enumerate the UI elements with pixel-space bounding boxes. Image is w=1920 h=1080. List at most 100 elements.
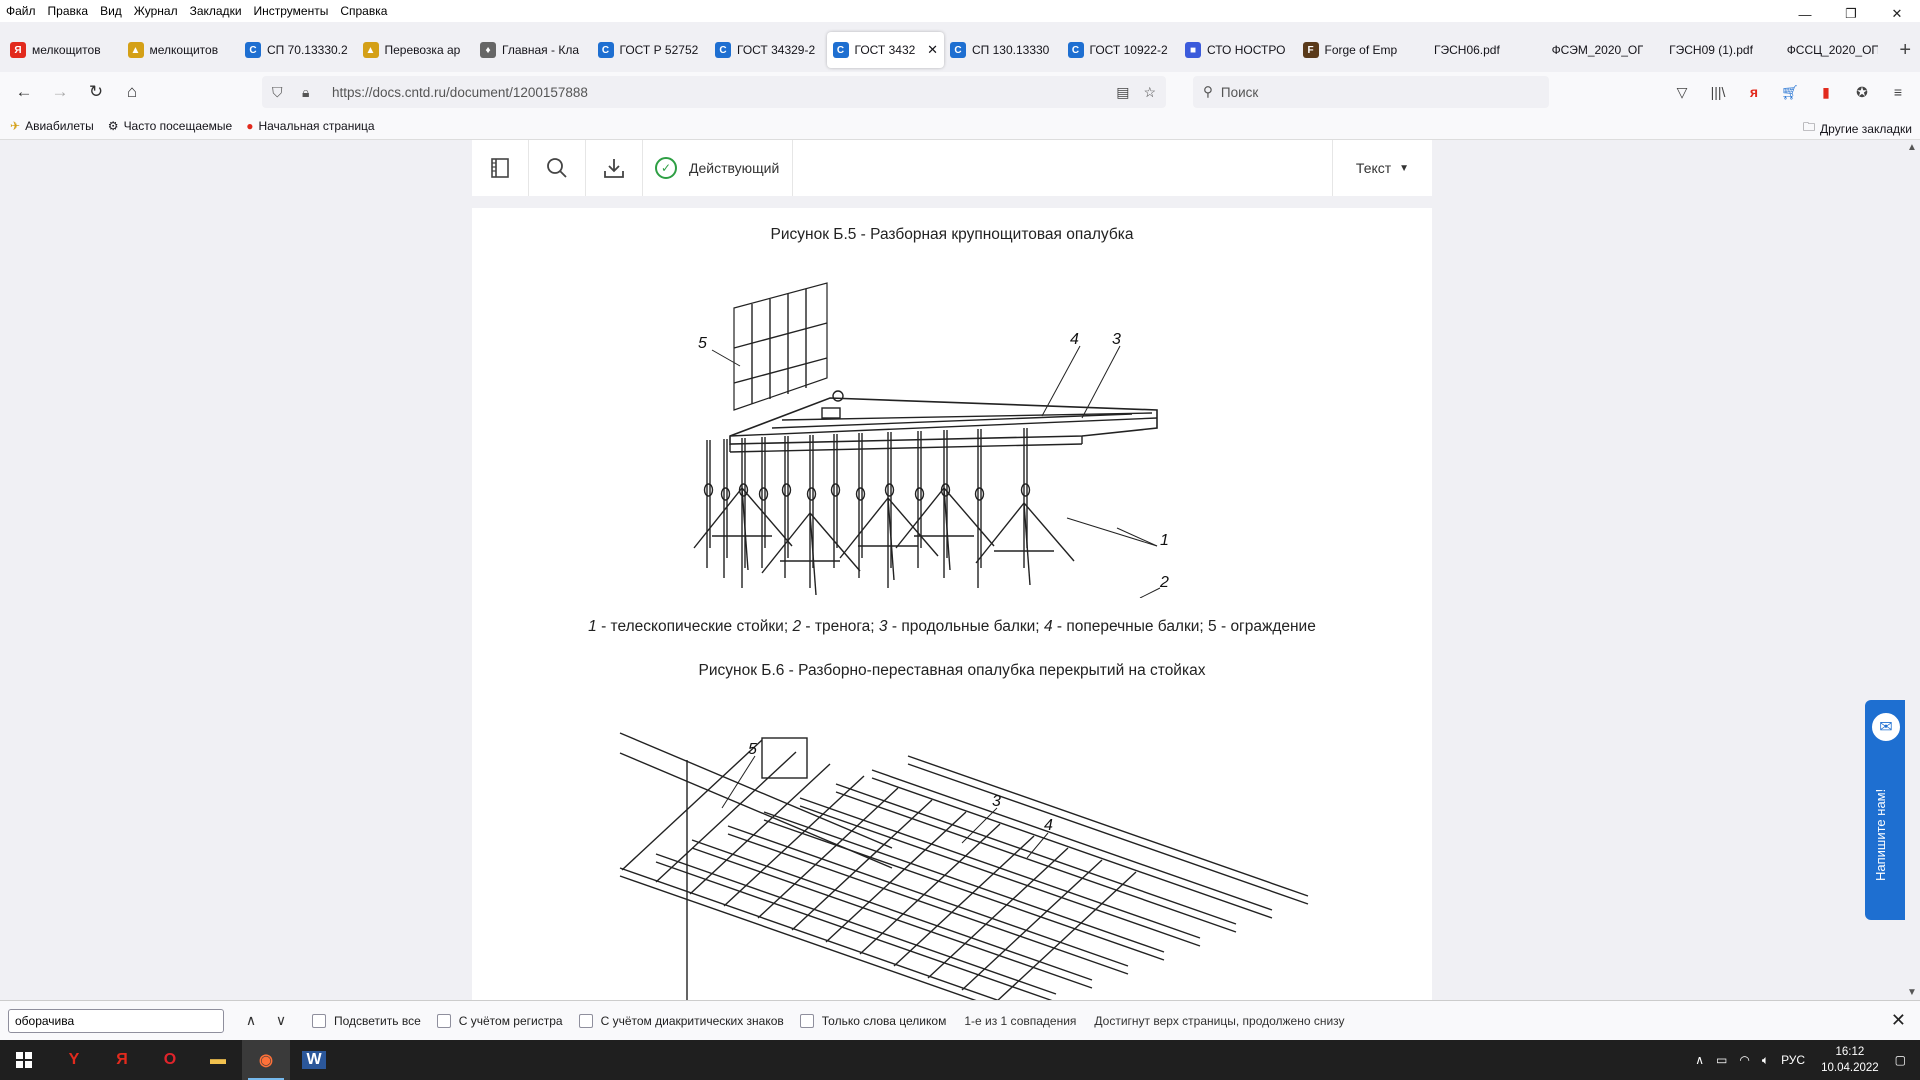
- tab[interactable]: C ГОСТ 34329-2: [709, 32, 827, 68]
- figure-b6-caption: Рисунок Б.6 - Разборно-переставная опалу…: [698, 662, 1206, 679]
- menu-item[interactable]: Файл: [0, 4, 42, 18]
- reader-view-icon[interactable]: ▤: [1116, 84, 1129, 101]
- find-close-button[interactable]: ✕: [1891, 1010, 1906, 1031]
- bookmarks-bar: ✈ Авиабилеты ⚙ Часто посещаемые ● Начальная с…: [0, 112, 1920, 140]
- tab[interactable]: C СП 130.13330: [944, 32, 1062, 68]
- legend-text: - продольные балки;: [887, 618, 1044, 635]
- find-next-button[interactable]: ∨: [266, 1012, 296, 1029]
- clock-date: 10.04.2022: [1821, 1062, 1879, 1074]
- tab-favicon-icon: C: [832, 42, 849, 58]
- tab-favicon-icon: C: [715, 42, 731, 58]
- forward-button[interactable]: →: [42, 76, 78, 108]
- extension-icon[interactable]: ✪: [1848, 76, 1876, 108]
- bookmark-item[interactable]: ● Начальная страница: [246, 119, 374, 133]
- scroll-up-icon[interactable]: ▲: [1907, 142, 1917, 153]
- new-tab-button[interactable]: +: [1890, 39, 1920, 62]
- taskbar-app-word[interactable]: W: [290, 1040, 338, 1080]
- fig6-label-3: 3: [992, 793, 1001, 810]
- tab-active[interactable]: C ГОСТ 3432 ✕: [826, 32, 944, 68]
- tab-label: СТО НОСТРО: [1207, 43, 1286, 57]
- other-bookmarks[interactable]: 🗀︎ Другие закладки: [1803, 118, 1912, 139]
- menu-item[interactable]: Инструменты: [248, 4, 335, 18]
- find-option-checkbox[interactable]: С учётом диакритических знаков: [578, 1013, 784, 1028]
- tab[interactable]: Ямелкощитов: [4, 32, 122, 68]
- notifications-icon[interactable]: ▢: [1895, 1053, 1906, 1067]
- tab[interactable]: ГЭСН09 (1).pdf: [1649, 32, 1767, 68]
- tab[interactable]: ■ СТО НОСТРО: [1179, 32, 1297, 68]
- find-previous-button[interactable]: ∧: [236, 1012, 266, 1029]
- tab[interactable]: F Forge of Emp: [1297, 32, 1415, 68]
- lock-icon[interactable]: 🔒︎: [302, 84, 322, 101]
- reload-button[interactable]: ↻: [78, 76, 114, 108]
- checkbox-box[interactable]: [578, 1013, 593, 1028]
- back-button[interactable]: ←: [6, 76, 42, 108]
- search-bar[interactable]: ⚲ Поиск: [1193, 76, 1549, 108]
- find-input[interactable]: [8, 1008, 224, 1033]
- mail-icon: ✉: [1869, 710, 1903, 744]
- tab[interactable]: ФСЭМ_2020_ОП_: [1532, 32, 1650, 68]
- start-button[interactable]: [0, 1040, 48, 1080]
- library-icon[interactable]: |||\: [1704, 76, 1732, 108]
- find-option-checkbox[interactable]: С учётом регистра: [436, 1013, 563, 1028]
- menu-item[interactable]: Правка: [42, 4, 95, 18]
- menu-item[interactable]: Закладки: [184, 4, 248, 18]
- find-option-checkbox[interactable]: Только слова целиком: [799, 1013, 946, 1028]
- taskbar-app-opera[interactable]: O: [146, 1040, 194, 1080]
- checkbox-box[interactable]: [799, 1013, 814, 1028]
- bookmark-item[interactable]: ⚙ Часто посещаемые: [108, 119, 232, 133]
- yandex-icon[interactable]: я: [1740, 76, 1768, 108]
- tab[interactable]: ГЭСН06.pdf: [1414, 32, 1532, 68]
- download-button[interactable]: [586, 140, 643, 196]
- doc-search-button[interactable]: [529, 140, 586, 196]
- legend-number: 2: [792, 618, 802, 635]
- restore-button[interactable]: ❐: [1828, 0, 1874, 28]
- menu-item[interactable]: Журнал: [128, 4, 184, 18]
- shield-icon[interactable]: ⛉: [272, 84, 292, 101]
- cart-icon[interactable]: 🛒︎: [1776, 76, 1804, 108]
- legend-text: - тренога;: [801, 618, 879, 635]
- checkbox-box[interactable]: [312, 1013, 326, 1028]
- tab-close-icon[interactable]: ✕: [927, 42, 938, 58]
- tab-label: ГОСТ 3432: [854, 43, 916, 57]
- page-scrollbar[interactable]: ▲ ▼: [1904, 140, 1920, 1000]
- tab[interactable]: C ГОСТ 10922-2: [1062, 32, 1180, 68]
- taskbar-app-firefox[interactable]: ◉: [242, 1040, 290, 1080]
- tab[interactable]: ▲ Перевозка ар: [357, 32, 475, 68]
- language-indicator[interactable]: РУС: [1781, 1053, 1805, 1067]
- scroll-down-icon[interactable]: ▼: [1907, 987, 1917, 998]
- find-match-status: 1-е из 1 совпадения: [964, 1013, 1077, 1028]
- taskbar-app-file-explorer[interactable]: ▬: [194, 1040, 242, 1080]
- taskbar-app-yandex[interactable]: Я: [98, 1040, 146, 1080]
- chevron-up-icon[interactable]: ∧: [1695, 1053, 1704, 1067]
- find-option-checkbox[interactable]: Подсветить все: [312, 1013, 421, 1028]
- tab[interactable]: ♦ Главная - Кла: [474, 32, 592, 68]
- contents-button[interactable]: [472, 140, 529, 196]
- volume-icon[interactable]: 🔈︎: [1762, 1053, 1769, 1068]
- home-button[interactable]: ⌂: [114, 76, 150, 108]
- close-window-button[interactable]: ✕: [1874, 0, 1920, 28]
- feedback-widget[interactable]: ✉ Напишите нам!: [1865, 700, 1905, 920]
- bookmark-flag-icon[interactable]: ▮: [1812, 76, 1840, 108]
- minimize-button[interactable]: —: [1782, 0, 1828, 28]
- yandex-icon: Я: [116, 1051, 128, 1068]
- url-bar[interactable]: ⛉ 🔒︎ https://docs.cntd.ru/document/12001…: [262, 76, 1166, 108]
- tab[interactable]: C ГОСТ Р 52752: [592, 32, 710, 68]
- checkbox-box[interactable]: [436, 1013, 451, 1028]
- magnifier-icon: [547, 158, 567, 178]
- pocket-icon[interactable]: ▽: [1668, 76, 1696, 108]
- figure-b5-drawing: 5 4 3 1 2: [693, 282, 1169, 598]
- clock[interactable]: 16:12 10.04.2022: [1821, 1044, 1879, 1076]
- wifi-icon[interactable]: ◠: [1739, 1053, 1749, 1067]
- url-text[interactable]: https://docs.cntd.ru/document/1200157888: [332, 85, 588, 100]
- tab[interactable]: ▲ мелкощитов: [122, 32, 240, 68]
- hamburger-menu-icon[interactable]: ≡: [1884, 76, 1912, 108]
- menu-item[interactable]: Справка: [334, 4, 393, 18]
- tab[interactable]: ФССЦ_2020_ОП+: [1767, 32, 1885, 68]
- meet-now-icon[interactable]: ▭: [1716, 1053, 1727, 1067]
- bookmark-star-icon[interactable]: ☆: [1143, 84, 1156, 101]
- tab[interactable]: C СП 70.13330.2: [239, 32, 357, 68]
- menu-item[interactable]: Вид: [94, 4, 128, 18]
- taskbar-app-yandex-browser[interactable]: Y: [50, 1040, 98, 1080]
- bookmark-item[interactable]: ✈ Авиабилеты: [10, 119, 94, 133]
- view-mode-dropdown[interactable]: Текст ▼: [1332, 140, 1432, 196]
